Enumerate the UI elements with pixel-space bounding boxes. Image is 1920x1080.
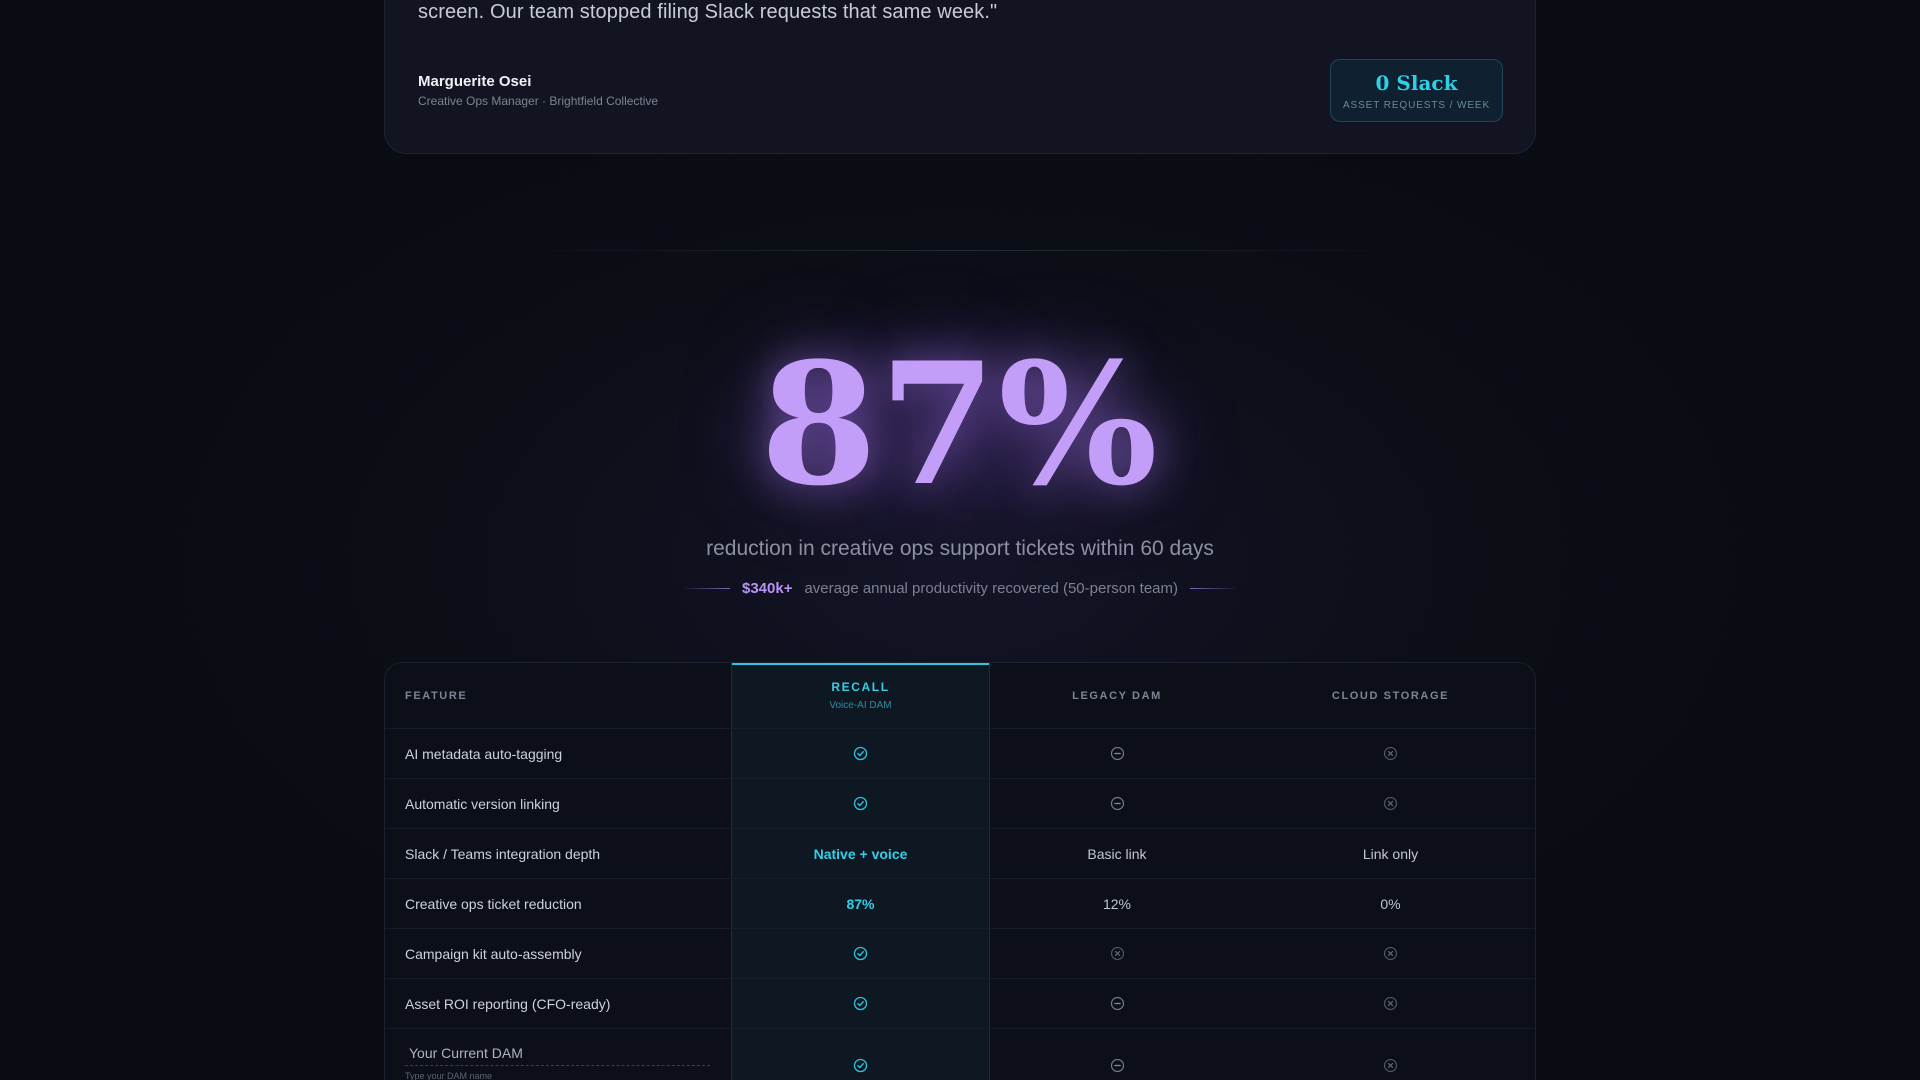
cloud-storage-cell bbox=[1244, 929, 1535, 978]
header-cloud-storage: CLOUD STORAGE bbox=[1331, 689, 1450, 702]
recall-cell bbox=[731, 979, 990, 1028]
header-feature: FEATURE bbox=[405, 689, 468, 702]
recall-cell bbox=[731, 929, 990, 978]
recall-cell: Native + voice bbox=[731, 829, 990, 878]
testimonial-author-role: Creative Ops Manager · Brightfield Colle… bbox=[418, 94, 659, 108]
legacy-dam-cell-text: 12% bbox=[1102, 895, 1132, 912]
stat-badge-label: ASSET REQUESTS / WEEK bbox=[1342, 100, 1491, 111]
feature-label: Asset ROI reporting (CFO-ready) bbox=[405, 995, 611, 1012]
comparison-table: FEATURE RECALL Voice-AI DAM LEGACY DAM C… bbox=[384, 662, 1536, 1080]
check-icon bbox=[853, 746, 868, 761]
table-row: Creative ops ticket reduction 87% 12% 0% bbox=[385, 879, 1535, 929]
recall-cell-text: 87% bbox=[846, 895, 875, 912]
cloud-storage-cell: Link only bbox=[1244, 829, 1535, 878]
legacy-dam-cell bbox=[990, 779, 1244, 828]
dash-icon bbox=[1110, 746, 1125, 761]
headline-stat-subline: $340k+ average annual productivity recov… bbox=[0, 580, 1920, 597]
legacy-dam-cell: 12% bbox=[990, 879, 1244, 928]
stat-badge-value: 0 Slack bbox=[1375, 71, 1458, 95]
x-icon bbox=[1383, 746, 1398, 761]
cloud-storage-cell-text: Link only bbox=[1362, 845, 1419, 862]
legacy-dam-cell bbox=[990, 929, 1244, 978]
recall-cell-text: Native + voice bbox=[813, 845, 908, 862]
dash-icon bbox=[1110, 1058, 1125, 1073]
x-icon bbox=[1383, 996, 1398, 1011]
table-row: Automatic version linking bbox=[385, 779, 1535, 829]
testimonial-stat-badge: 0 Slack ASSET REQUESTS / WEEK bbox=[1330, 59, 1503, 122]
table-row: Campaign kit auto-assembly bbox=[385, 929, 1535, 979]
legacy-dam-cell-text: Basic link bbox=[1087, 845, 1147, 862]
subline-highlight: $340k+ bbox=[741, 580, 793, 597]
header-legacy-dam: LEGACY DAM bbox=[1072, 689, 1162, 702]
check-icon bbox=[853, 1058, 868, 1073]
subline-rule-left bbox=[681, 588, 730, 589]
subline-text: average annual productivity recovered (5… bbox=[804, 580, 1179, 597]
recall-cell bbox=[731, 729, 990, 778]
headline-stat-caption: reduction in creative ops support ticket… bbox=[706, 537, 1214, 560]
custom-dam-legacy-cell bbox=[990, 1040, 1244, 1080]
x-icon bbox=[1383, 796, 1398, 811]
header-recall-sub: Voice-AI DAM bbox=[829, 700, 892, 711]
recall-cell bbox=[731, 779, 990, 828]
x-icon bbox=[1383, 946, 1398, 961]
custom-dam-recall-cell bbox=[731, 1040, 990, 1080]
subline-rule-right bbox=[1190, 588, 1239, 589]
table-row-custom-dam: Type your DAM name bbox=[385, 1029, 1535, 1080]
headline-stat-value: 87% bbox=[760, 325, 1160, 523]
table-header-row: FEATURE RECALL Voice-AI DAM LEGACY DAM C… bbox=[385, 663, 1535, 729]
feature-label: Automatic version linking bbox=[405, 795, 560, 812]
dash-icon bbox=[1110, 996, 1125, 1011]
current-dam-input[interactable] bbox=[405, 1045, 710, 1066]
cloud-storage-cell bbox=[1244, 979, 1535, 1028]
header-recall-name: RECALL bbox=[831, 680, 890, 694]
header-recall: RECALL Voice-AI DAM bbox=[731, 663, 990, 728]
dash-icon bbox=[1110, 796, 1125, 811]
legacy-dam-cell bbox=[990, 729, 1244, 778]
legacy-dam-cell bbox=[990, 979, 1244, 1028]
custom-dam-cloud-cell bbox=[1244, 1040, 1535, 1080]
testimonial-author-name: Marguerite Osei bbox=[418, 73, 532, 90]
check-icon bbox=[853, 796, 868, 811]
legacy-dam-cell: Basic link bbox=[990, 829, 1244, 878]
table-row: Slack / Teams integration depth Native + … bbox=[385, 829, 1535, 879]
table-row: AI metadata auto-tagging bbox=[385, 729, 1535, 779]
feature-label: Creative ops ticket reduction bbox=[405, 895, 582, 912]
feature-label: AI metadata auto-tagging bbox=[405, 745, 563, 762]
x-icon bbox=[1110, 946, 1125, 961]
feature-label: Slack / Teams integration depth bbox=[405, 845, 601, 862]
check-icon bbox=[853, 946, 868, 961]
custom-dam-cell: Type your DAM name bbox=[405, 1029, 731, 1080]
table-row: Asset ROI reporting (CFO-ready) bbox=[385, 979, 1535, 1029]
current-dam-hint: Type your DAM name bbox=[405, 1071, 493, 1080]
feature-label: Campaign kit auto-assembly bbox=[405, 945, 582, 962]
cloud-storage-cell bbox=[1244, 779, 1535, 828]
testimonial-quote: screen. Our team stopped filing Slack re… bbox=[418, 1, 998, 23]
testimonial-card: screen. Our team stopped filing Slack re… bbox=[384, 0, 1536, 154]
section-divider bbox=[500, 250, 1420, 251]
cloud-storage-cell bbox=[1244, 729, 1535, 778]
x-icon bbox=[1383, 1058, 1398, 1073]
cloud-storage-cell: 0% bbox=[1244, 879, 1535, 928]
recall-cell: 87% bbox=[731, 879, 990, 928]
check-icon bbox=[853, 996, 868, 1011]
cloud-storage-cell-text: 0% bbox=[1380, 895, 1401, 912]
